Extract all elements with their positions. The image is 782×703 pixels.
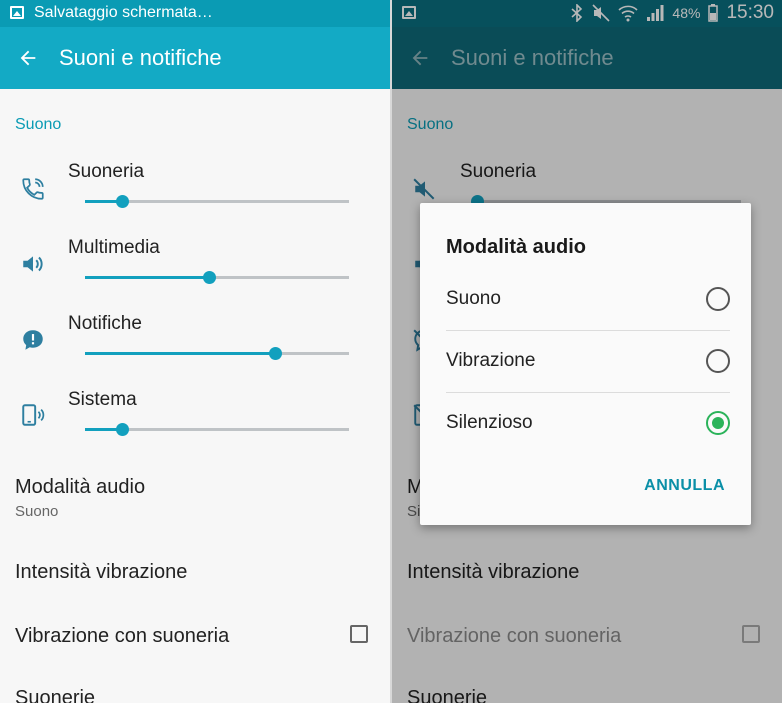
- speaker-icon: [23, 256, 43, 272]
- radio-button[interactable]: [706, 411, 730, 435]
- audio-mode-title: Modalità audio: [15, 476, 146, 498]
- ringtones-item[interactable]: Suonerie: [15, 687, 95, 703]
- vibrate-with-ringer-item[interactable]: Vibrazione con suoneria: [15, 625, 229, 648]
- radio-button[interactable]: [706, 349, 730, 373]
- status-notification-text: Salvataggio schermata…: [34, 4, 213, 21]
- system-volume-slider[interactable]: [85, 423, 349, 436]
- app-bar: Suoni e notifiche: [0, 27, 390, 89]
- slider-thumb[interactable]: [203, 271, 217, 284]
- slider-label-notifications: Notifiche: [68, 313, 142, 334]
- audio-option-silent[interactable]: Silenzioso: [446, 393, 730, 455]
- ringer-volume-slider[interactable]: [85, 195, 349, 208]
- slider-label-system: Sistema: [68, 389, 137, 410]
- option-label: Vibrazione: [446, 350, 536, 371]
- settings-list: Suono Suoneria Multimedia Notifiche Sist…: [0, 89, 390, 703]
- status-bar: Salvataggio schermata…: [0, 0, 390, 27]
- notification-bubble-icon: [23, 330, 43, 350]
- option-label: Silenzioso: [446, 412, 533, 433]
- slider-thumb[interactable]: [115, 423, 129, 436]
- cancel-button[interactable]: ANNULLA: [644, 477, 725, 495]
- slider-thumb[interactable]: [269, 347, 283, 360]
- vibrate-with-ringer-checkbox[interactable]: [350, 625, 368, 643]
- section-header-sound: Suono: [15, 116, 62, 133]
- right-screen: 48% 15:30 Suoni e notifiche Suono Suoner…: [392, 0, 782, 703]
- notification-volume-slider[interactable]: [85, 347, 349, 360]
- slider-thumb[interactable]: [115, 195, 129, 208]
- audio-mode-dialog: Modalità audio Suono Vibrazione Silenzio…: [420, 203, 751, 525]
- slider-label-media: Multimedia: [68, 237, 160, 258]
- back-arrow-icon[interactable]: [16, 47, 40, 69]
- slider-label-ringer: Suoneria: [68, 161, 145, 182]
- audio-mode-value: Suono: [15, 503, 59, 520]
- page-title: Suoni e notifiche: [59, 45, 222, 70]
- system-phone-icon: [22, 404, 45, 426]
- screenshot-notification-icon: [10, 6, 24, 19]
- option-label: Suono: [446, 288, 501, 309]
- ringer-phone-icon: [22, 178, 44, 200]
- vibration-intensity-item[interactable]: Intensità vibrazione: [15, 561, 187, 584]
- audio-option-vibration[interactable]: Vibrazione: [446, 331, 730, 393]
- audio-option-sound[interactable]: Suono: [446, 269, 730, 331]
- left-screen: Salvataggio schermata… Suoni e notifiche…: [0, 0, 390, 703]
- dialog-title: Modalità audio: [446, 236, 586, 258]
- slider-fill: [85, 276, 210, 279]
- media-volume-slider[interactable]: [85, 271, 349, 284]
- slider-fill: [85, 352, 276, 355]
- radio-button[interactable]: [706, 287, 730, 311]
